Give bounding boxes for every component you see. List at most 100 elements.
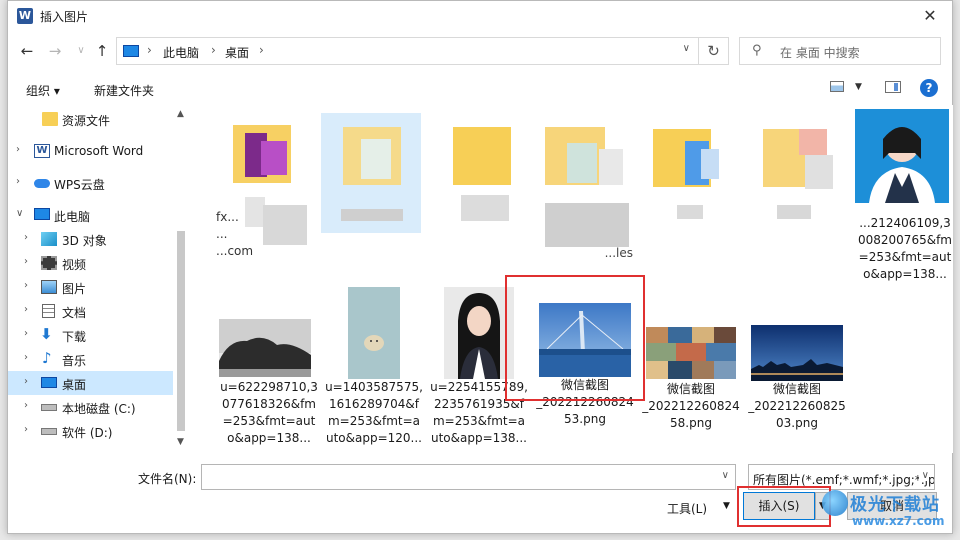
sidebar-item-desktop[interactable]: › 桌面 <box>8 371 173 395</box>
close-button[interactable]: ✕ <box>908 1 952 31</box>
new-folder-button[interactable]: 新建文件夹 <box>94 82 154 99</box>
expand-chevron-icon[interactable]: › <box>24 232 28 243</box>
breadcrumb-desktop[interactable]: 桌面 <box>225 44 249 61</box>
file-name: u=1403587575, 1616289704&f m=253&fmt=a uto&… <box>325 380 423 445</box>
file-item[interactable]: u=1403587575, 1616289704&f m=253&fmt=a uto&… <box>324 285 424 449</box>
sidebar-item-downloads[interactable]: › ⬇ 下载 <box>8 323 173 347</box>
sidebar-item-label: WPS云盘 <box>54 178 105 192</box>
file-item[interactable]: 微信截图 _202212260824 58.png <box>641 325 741 449</box>
breadcrumb-separator-icon: › <box>147 43 152 57</box>
expand-chevron-icon[interactable]: › <box>16 176 20 187</box>
toolbar: 组织 ▾ 新建文件夹 ▼ ? <box>8 73 952 105</box>
file-name: 微信截图 _202212260825 03.png <box>748 382 846 430</box>
sidebar-item-3d-objects[interactable]: › 3D 对象 <box>8 227 173 251</box>
sidebar-item-music[interactable]: › ♪ 音乐 <box>8 347 173 371</box>
sidebar-item-label: 3D 对象 <box>62 234 107 248</box>
file-item[interactable]: fx...... ...com <box>211 109 311 259</box>
sidebar-item-label: 图片 <box>62 282 87 296</box>
portrait-girl-thumbnail <box>855 109 949 203</box>
file-name: fx...... ...com <box>216 210 254 258</box>
sidebar-item-resources[interactable]: 资源文件 <box>8 107 173 131</box>
expand-chevron-icon[interactable]: › <box>24 424 28 435</box>
expand-chevron-icon[interactable]: › <box>24 280 28 291</box>
tools-menu[interactable]: 工具(L) <box>667 500 707 517</box>
recent-locations-chevron-icon[interactable]: ∨ <box>70 40 92 62</box>
cancel-button[interactable]: 取消 <box>847 492 937 520</box>
cityscape-thumbnail <box>751 325 843 381</box>
change-view-icon[interactable] <box>830 81 844 92</box>
folder-icon <box>653 129 719 219</box>
chevron-down-icon[interactable]: ∨ <box>683 43 690 54</box>
organize-menu[interactable]: 组织 ▾ <box>26 82 60 99</box>
scroll-down-icon[interactable]: ▼ <box>177 437 184 447</box>
sidebar-item-label: 下载 <box>62 330 87 344</box>
sidebar-item-wps-cloud[interactable]: › WPS云盘 <box>8 171 173 195</box>
drive-icon <box>41 404 57 411</box>
title-bar: W 插入图片 ✕ <box>8 1 952 31</box>
file-item[interactable] <box>321 109 421 259</box>
3d-icon <box>41 232 57 246</box>
window-title: 插入图片 <box>40 10 89 24</box>
folder-icon <box>321 113 421 233</box>
tools-chevron-icon[interactable]: ▼ <box>723 501 730 511</box>
word-app-icon: W <box>17 8 33 24</box>
address-bar[interactable]: › 此电脑 › 桌面 › ∨ <box>116 37 699 65</box>
file-item[interactable] <box>651 109 751 259</box>
sidebar-item-local-disk-c[interactable]: › 本地磁盘 (C:) <box>8 395 173 419</box>
expand-chevron-icon[interactable]: › <box>16 144 20 155</box>
collage-thumbnail <box>646 327 736 379</box>
pc-icon <box>34 208 50 220</box>
chevron-down-icon[interactable]: ∨ <box>722 470 729 481</box>
download-icon: ⬇ <box>40 325 53 343</box>
sidebar-item-label: Microsoft Word <box>54 144 144 158</box>
sidebar-item-label: 桌面 <box>62 378 87 392</box>
file-list: fx...... ...com ...les ...212406109,3 00… <box>191 105 953 453</box>
file-item[interactable]: 微信截图 _202212260825 03.png <box>747 323 847 449</box>
sidebar-item-pictures[interactable]: › 图片 <box>8 275 173 299</box>
drive-icon <box>41 428 57 435</box>
highlight-box <box>505 275 645 401</box>
file-item[interactable]: ...les <box>541 109 641 260</box>
file-item[interactable] <box>431 109 531 259</box>
sidebar-item-label: 资源文件 <box>62 114 111 128</box>
sidebar-item-this-pc[interactable]: ∨ 此电脑 <box>8 203 173 227</box>
view-options-chevron-icon[interactable]: ▼ <box>855 82 862 92</box>
file-name: 微信截图 _202212260824 58.png <box>642 382 740 430</box>
sidebar-scrollbar[interactable]: ▲ ▼ <box>173 105 189 453</box>
file-item[interactable]: u=622298710,3 077618326&fm =253&fmt=aut o&a… <box>219 319 319 449</box>
file-item[interactable]: ...212406109,3 008200765&fm =253&fmt=aut o&… <box>855 109 953 281</box>
folder-icon <box>545 127 629 247</box>
up-arrow-icon[interactable]: ↑ <box>91 40 113 62</box>
refresh-icon[interactable]: ↻ <box>699 37 729 65</box>
scrollbar-thumb[interactable] <box>177 231 185 431</box>
expand-chevron-icon[interactable]: › <box>24 376 28 387</box>
pictures-icon <box>41 280 57 294</box>
search-box[interactable]: ⚲ 在 桌面 中搜索 <box>739 37 941 65</box>
expand-chevron-icon[interactable]: › <box>24 256 28 267</box>
portrait-woman-thumbnail <box>444 287 514 379</box>
music-icon: ♪ <box>42 349 52 367</box>
sidebar-item-videos[interactable]: › 视频 <box>8 251 173 275</box>
sidebar-item-label: 文档 <box>62 306 87 320</box>
expand-chevron-icon[interactable]: › <box>24 400 28 411</box>
sidebar-item-software-d[interactable]: › 软件 (D:) <box>8 419 173 443</box>
filename-input[interactable]: ∨ <box>201 464 736 490</box>
preview-pane-icon[interactable] <box>885 81 901 93</box>
scroll-up-icon[interactable]: ▲ <box>177 109 184 119</box>
help-icon[interactable]: ? <box>920 79 938 97</box>
expand-chevron-icon[interactable]: › <box>24 328 28 339</box>
breadcrumb-this-pc[interactable]: 此电脑 <box>163 44 199 61</box>
folder-icon <box>42 112 58 126</box>
forward-arrow-icon[interactable]: → <box>44 40 66 62</box>
sidebar-item-microsoft-word[interactable]: › W Microsoft Word <box>8 139 173 163</box>
file-item[interactable] <box>761 109 861 259</box>
collapse-chevron-icon[interactable]: ∨ <box>16 208 23 219</box>
cloud-icon <box>34 179 50 188</box>
sidebar-item-documents[interactable]: › 文档 <box>8 299 173 323</box>
chevron-down-icon[interactable]: ∨ <box>918 470 929 481</box>
folder-icon <box>763 129 833 219</box>
expand-chevron-icon[interactable]: › <box>24 304 28 315</box>
video-icon <box>41 256 57 270</box>
back-arrow-icon[interactable]: ← <box>16 40 38 62</box>
expand-chevron-icon[interactable]: › <box>24 352 28 363</box>
